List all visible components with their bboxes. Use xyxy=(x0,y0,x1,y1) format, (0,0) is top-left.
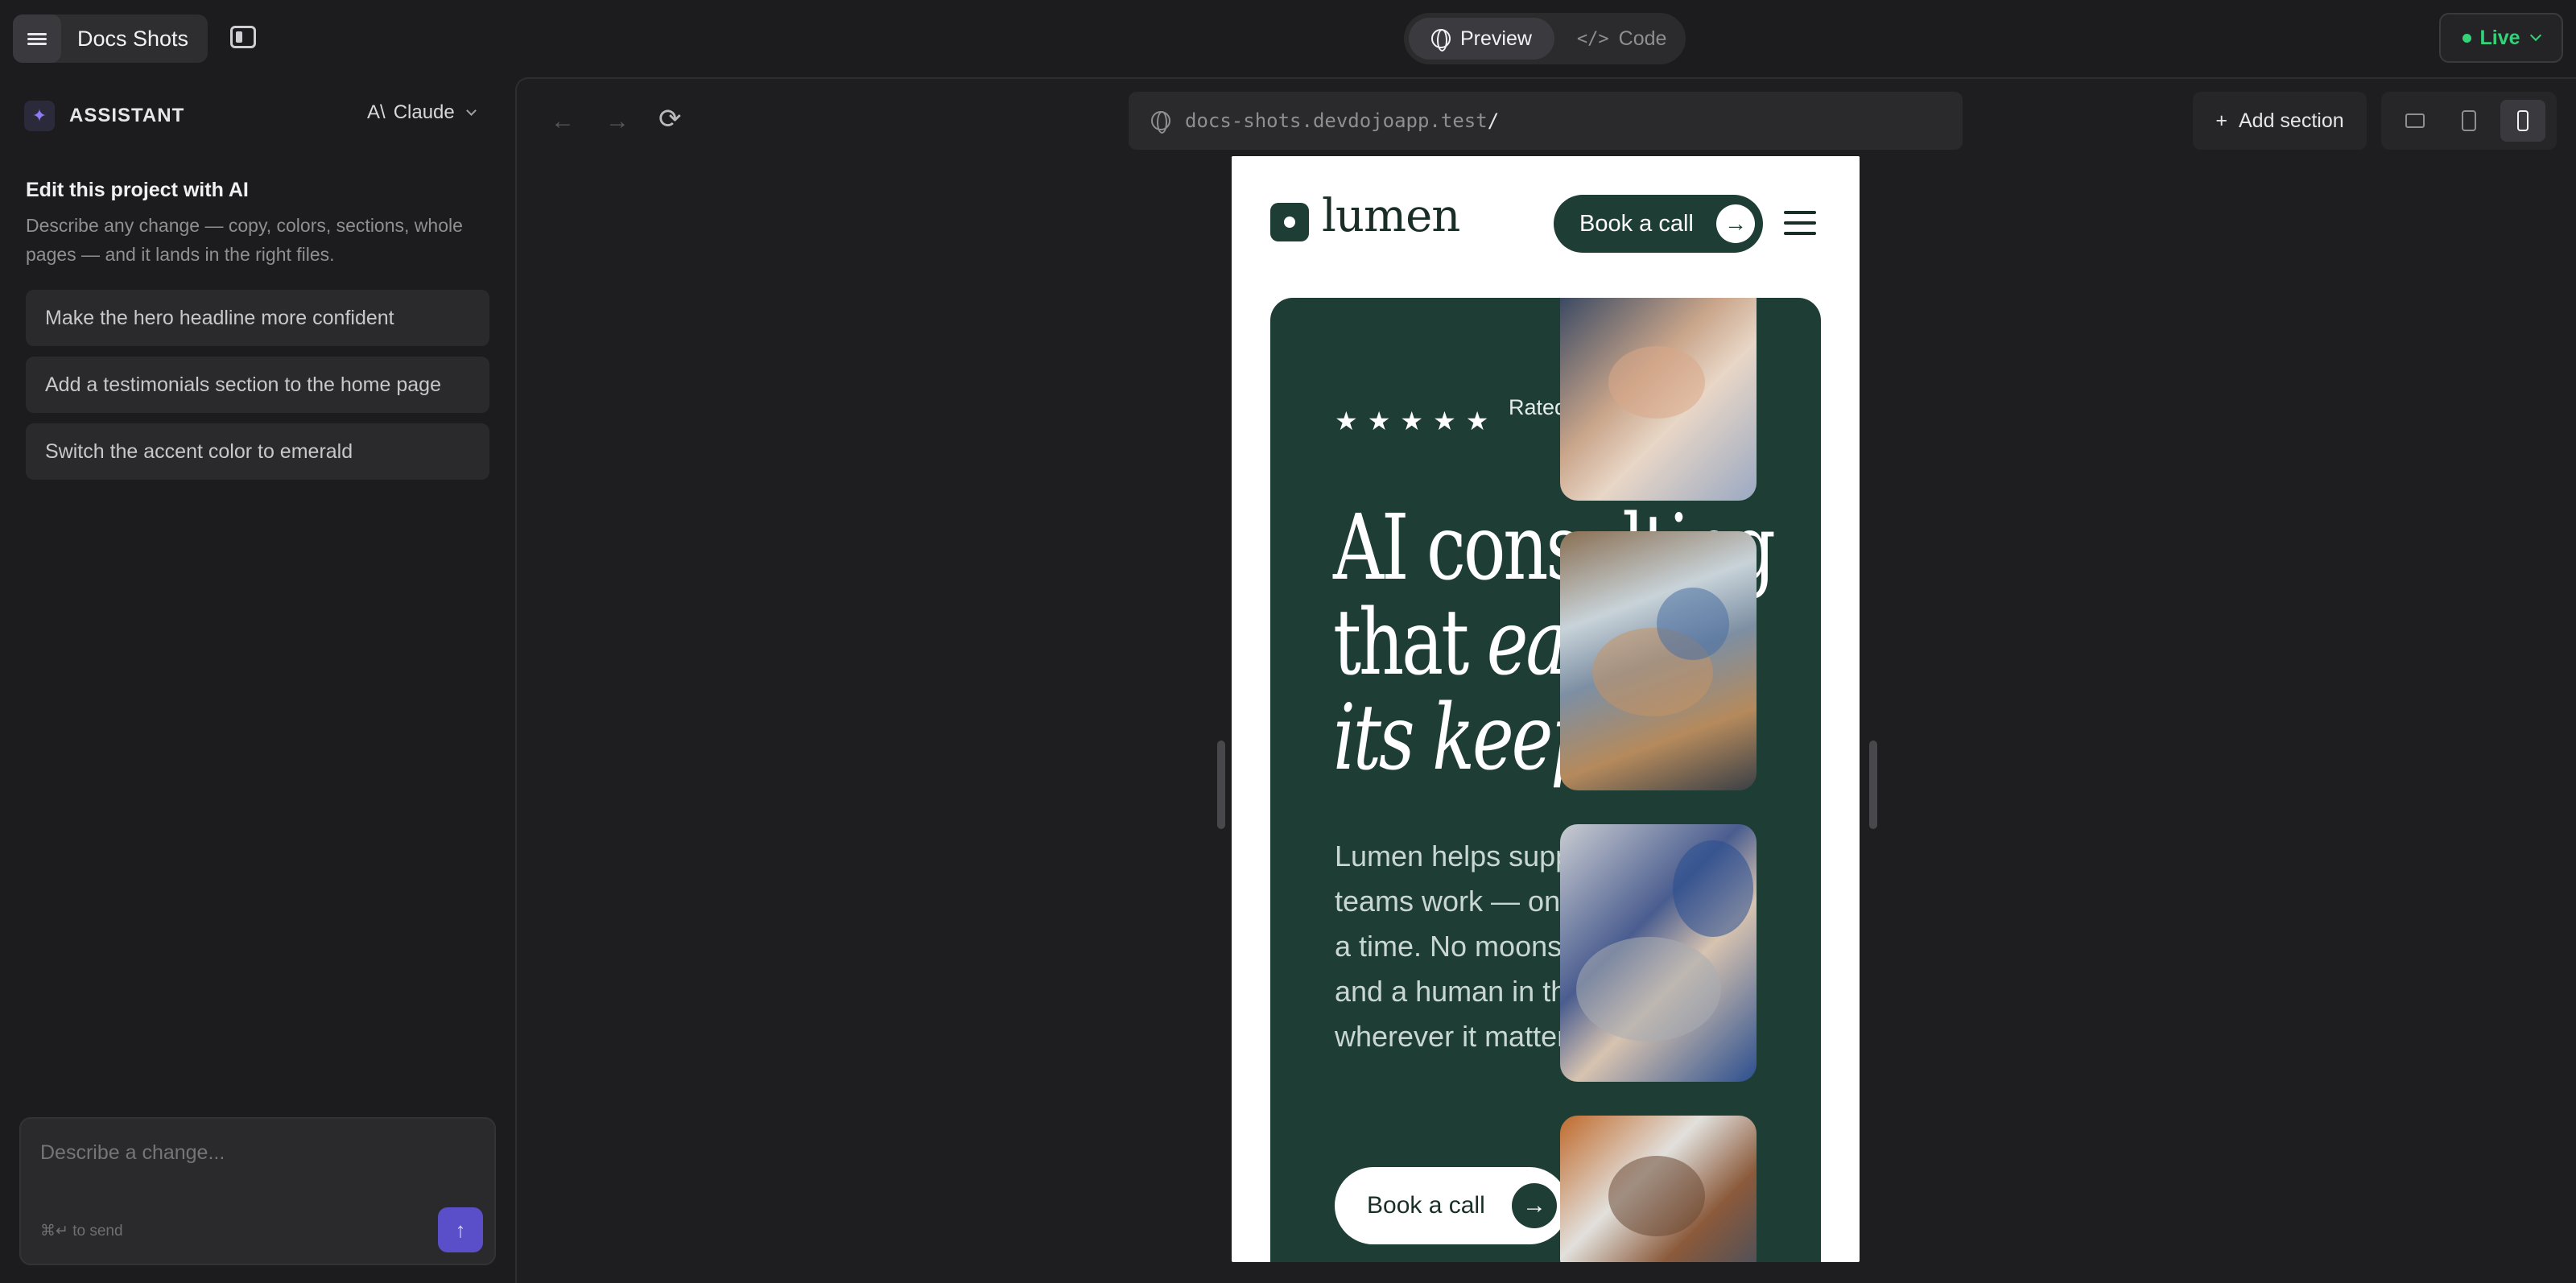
desktop-icon xyxy=(2405,113,2425,128)
star-icon: ★ xyxy=(1433,406,1456,435)
assistant-title: ASSISTANT xyxy=(69,105,185,126)
change-input[interactable] xyxy=(40,1141,475,1165)
star-icon: ★ xyxy=(1465,406,1489,435)
hamburger-menu-icon[interactable] xyxy=(13,14,61,63)
tablet-icon xyxy=(2461,110,2476,131)
resize-handle-left[interactable] xyxy=(1217,741,1225,829)
url-host: docs-shots.devdojoapp.test xyxy=(1185,109,1488,132)
site-menu-icon[interactable] xyxy=(1784,211,1816,242)
tab-code-label: Code xyxy=(1618,27,1667,50)
header-cta-label: Book a call xyxy=(1579,210,1694,237)
model-select[interactable]: A\ Claude xyxy=(367,101,477,124)
device-tablet-button[interactable] xyxy=(2446,100,2491,142)
device-phone-button[interactable] xyxy=(2500,100,2546,142)
rating-stars: ★ ★ ★ ★ ★ xyxy=(1335,406,1488,436)
url-bar[interactable]: docs-shots.devdojoapp.test/ xyxy=(1129,92,1963,150)
star-icon: ★ xyxy=(1335,406,1358,435)
suggestion-chip[interactable]: Make the hero headline more confident xyxy=(26,290,489,346)
site-header: lumen Book a call → xyxy=(1232,156,1860,298)
phone-icon xyxy=(2517,110,2529,131)
tab-preview-label: Preview xyxy=(1460,27,1532,50)
hero-section: ★ ★ ★ ★ ★ Rated team AI consulting that … xyxy=(1270,298,1821,1262)
resize-handle-right[interactable] xyxy=(1869,741,1877,829)
header-book-call-button[interactable]: Book a call → xyxy=(1554,195,1763,253)
hands-together-photo xyxy=(1560,298,1757,501)
chevron-down-icon xyxy=(2529,29,2541,42)
forward-arrow-icon[interactable]: → xyxy=(605,108,630,135)
meeting-photo xyxy=(1560,1116,1757,1262)
arrow-right-icon: → xyxy=(1512,1183,1557,1228)
chevron-down-icon xyxy=(465,105,477,116)
laptop-hands-photo xyxy=(1560,824,1757,1082)
device-switcher xyxy=(2381,92,2557,150)
site-logo[interactable]: lumen xyxy=(1322,190,1460,242)
headline-line-2a: that xyxy=(1333,591,1487,695)
top-bar: Docs Shots Preview </> Code Live xyxy=(0,0,2576,77)
assistant-panel: ✦ ASSISTANT A\ Claude Edit this project … xyxy=(0,77,515,1283)
tab-preview[interactable]: Preview xyxy=(1409,18,1554,60)
mode-switch: Preview </> Code xyxy=(1404,13,1686,64)
reload-icon[interactable]: ⟳ xyxy=(658,103,682,135)
project-menu[interactable]: Docs Shots xyxy=(13,14,208,63)
url-path: / xyxy=(1487,109,1500,132)
site-preview: lumen Book a call → ★ ★ ★ ★ ★ Rated team… xyxy=(1232,156,1860,1262)
tab-code[interactable]: </> Code xyxy=(1554,18,1690,60)
device-desktop-button[interactable] xyxy=(2392,100,2438,142)
code-icon: </> xyxy=(1576,28,1609,49)
star-icon: ★ xyxy=(1400,406,1424,435)
intro-title: Edit this project with AI xyxy=(26,179,249,201)
live-label: Live xyxy=(2479,26,2520,49)
globe-icon xyxy=(1431,29,1451,52)
composer: ⌘↵ to send ↑ xyxy=(19,1117,496,1265)
intro-description: Describe any change — copy, colors, sect… xyxy=(26,215,463,265)
hero-cta-label: Book a call xyxy=(1367,1192,1485,1219)
assistant-header: ✦ ASSISTANT xyxy=(24,100,184,132)
sparkle-icon: ✦ xyxy=(24,101,55,131)
plus-icon: + xyxy=(2215,109,2227,132)
team-office-photo xyxy=(1560,531,1757,790)
add-section-label: Add section xyxy=(2238,109,2344,132)
send-shortcut-hint: ⌘↵ to send xyxy=(40,1223,123,1240)
send-button[interactable]: ↑ xyxy=(438,1207,483,1252)
add-section-button[interactable]: + Add section xyxy=(2193,92,2367,150)
status-dot-icon xyxy=(2462,33,2472,43)
hero-book-call-button[interactable]: Book a call → xyxy=(1335,1167,1568,1244)
suggestion-chip[interactable]: Add a testimonials section to the home p… xyxy=(26,357,489,413)
star-icon: ★ xyxy=(1367,406,1391,435)
arrow-right-icon: → xyxy=(1716,204,1755,243)
project-name[interactable]: Docs Shots xyxy=(77,27,188,52)
arrow-up-icon: ↑ xyxy=(455,1217,466,1242)
anthropic-icon: A\ xyxy=(367,101,386,123)
model-label: Claude xyxy=(393,101,455,123)
live-status-button[interactable]: Live xyxy=(2439,13,2563,63)
globe-icon xyxy=(1151,111,1170,134)
logo-mark-icon xyxy=(1270,203,1309,241)
suggestion-chip[interactable]: Switch the accent color to emerald xyxy=(26,423,489,480)
sidebar-toggle-icon[interactable] xyxy=(230,26,256,48)
back-arrow-icon[interactable]: ← xyxy=(551,108,575,135)
